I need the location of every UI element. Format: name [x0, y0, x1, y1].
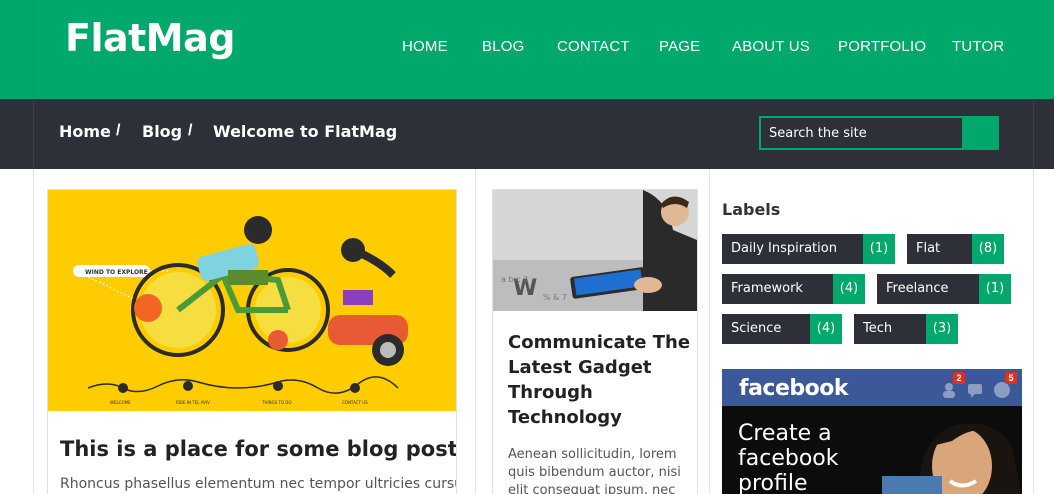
post-thumbnail[interactable]: WIND TO EXPLORE WELCOME RIDE IN TEL AVIV… [48, 190, 456, 411]
headline-line: Create a [738, 421, 832, 446]
friend-requests-badge: 2 [953, 372, 965, 384]
callout-text: WIND TO EXPLORE [85, 269, 148, 276]
post-card[interactable]: WIND TO EXPLORE WELCOME RIDE IN TEL AVIV… [47, 189, 457, 494]
route-label: CONTACT US [342, 400, 368, 405]
messages-icon [968, 384, 982, 394]
label-count: (4) [810, 314, 842, 344]
label-tag[interactable]: Flat (8) [907, 234, 1004, 264]
nav-tutor[interactable]: TUTOR [952, 38, 1004, 55]
notifications-badge: 5 [1005, 372, 1017, 384]
search-box [759, 116, 999, 150]
breadcrumb-separator: / [188, 122, 193, 139]
nav-portfolio[interactable]: PORTFOLIO [838, 38, 926, 55]
profile-photo [882, 423, 1022, 494]
label-count: (4) [833, 274, 865, 304]
facebook-logo: facebook [739, 376, 849, 401]
site-header: FlatMag HOME BLOG CONTACT PAGE ABOUT US … [0, 0, 1054, 99]
label-name: Science [722, 314, 810, 344]
column-divider [475, 169, 476, 494]
label-count: (8) [972, 234, 1004, 264]
facebook-headline: Create a facebook profile [738, 421, 838, 494]
label-name: Daily Inspiration [722, 234, 863, 264]
label-tag[interactable]: Framework (4) [722, 274, 865, 304]
cyclists-illustration: WIND TO EXPLORE WELCOME RIDE IN TEL AVIV… [73, 216, 408, 405]
frame-line [33, 99, 34, 169]
breadcrumb-separator: / [116, 122, 121, 139]
route-label: WELCOME [110, 400, 131, 405]
search-button[interactable] [962, 118, 999, 148]
facebook-banner[interactable]: facebook 2 5 Create a facebook profile [722, 369, 1022, 494]
nav-home[interactable]: HOME [402, 38, 448, 55]
tablet-photo: W a b c 3 % & 7 [493, 190, 697, 311]
label-tag[interactable]: Freelance (1) [877, 274, 1011, 304]
svg-text:% & 7: % & 7 [543, 293, 567, 302]
labels-heading: Labels [722, 200, 781, 219]
label-name: Flat [907, 234, 972, 264]
post-excerpt: Aenean sollicitudin, lorem quis bibendum… [508, 447, 681, 494]
globe-icon [994, 382, 1010, 398]
nav-page[interactable]: PAGE [659, 38, 700, 55]
label-count: (1) [979, 274, 1011, 304]
column-divider [709, 169, 710, 494]
post-excerpt: Rhoncus phasellus elementum nec tempor u… [60, 476, 457, 492]
post-card[interactable]: W a b c 3 % & 7 Communicate The Latest G… [492, 189, 698, 494]
label-name: Framework [722, 274, 833, 304]
label-tag[interactable]: Tech (3) [854, 314, 958, 344]
nav-about-us[interactable]: ABOUT US [732, 38, 810, 55]
label-tag[interactable]: Daily Inspiration (1) [722, 234, 895, 264]
nav-blog[interactable]: BLOG [482, 38, 524, 55]
post-title[interactable]: This is a place for some blog post title [60, 437, 456, 461]
breadcrumb-current: Welcome to FlatMag [213, 122, 398, 141]
frame-line [1033, 99, 1034, 169]
post-thumbnail[interactable]: W a b c 3 % & 7 [493, 190, 697, 311]
post-title[interactable]: Communicate The Latest Gadget Through Te… [508, 330, 693, 430]
breadcrumb-blog[interactable]: Blog [142, 122, 182, 141]
search-input[interactable] [761, 118, 962, 148]
breadcrumb-home[interactable]: Home [59, 122, 111, 141]
label-count: (1) [863, 234, 895, 264]
headline-line: facebook [738, 446, 839, 471]
route-label: THINGS TO DO [261, 400, 292, 405]
headline-line: profile [738, 471, 808, 494]
label-name: Freelance [877, 274, 979, 304]
svg-text:a b c 3: a b c 3 [501, 275, 528, 284]
nav-contact[interactable]: CONTACT [557, 38, 630, 55]
frame-line [33, 169, 34, 494]
route-label: RIDE IN TEL AVIV [176, 400, 210, 405]
frame-line [1033, 169, 1034, 494]
main-nav: HOME BLOG CONTACT PAGE ABOUT US PORTFOLI… [0, 0, 1054, 99]
label-name: Tech [854, 314, 926, 344]
friends-icon [945, 383, 953, 391]
label-count: (3) [926, 314, 958, 344]
label-tag[interactable]: Science (4) [722, 314, 842, 344]
